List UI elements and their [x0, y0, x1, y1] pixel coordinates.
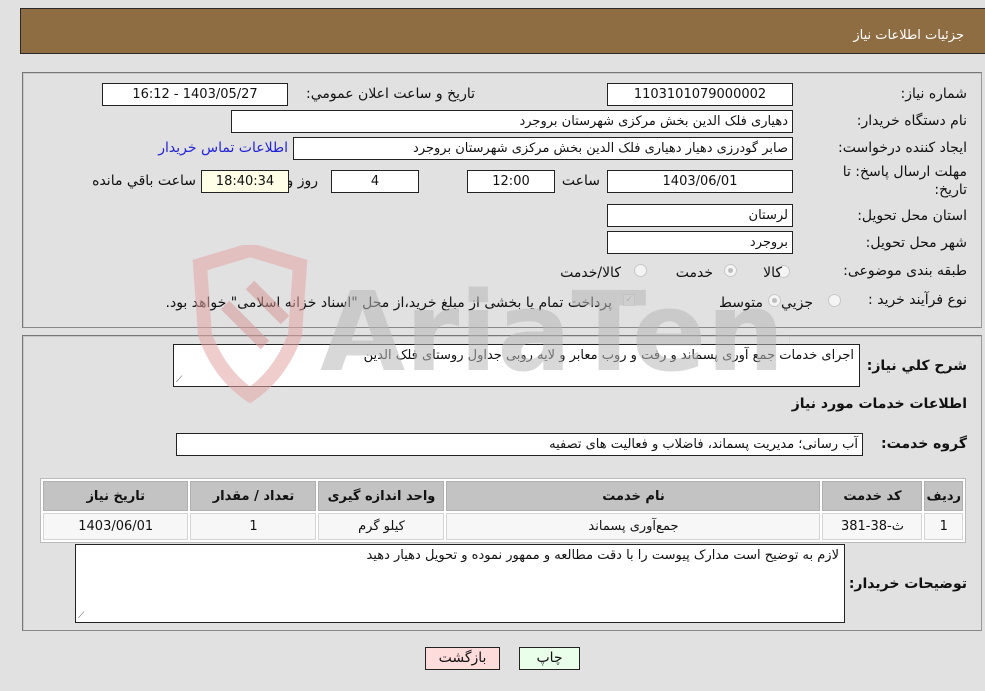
- description-label: شرح كلي نياز:: [866, 358, 967, 374]
- buyer-contact-link[interactable]: اطلاعات تماس خریدار: [158, 140, 288, 156]
- process-radio-medium[interactable]: [768, 294, 781, 307]
- deadline-time-field: 12:00: [467, 170, 555, 193]
- description-textarea[interactable]: اجرای خدمات جمع آوری پسماند و رفت و روب …: [173, 344, 860, 387]
- col-header-unit: واحد اندازه گیری: [318, 481, 445, 511]
- resize-grip-icon[interactable]: ⟋: [78, 611, 84, 621]
- deadline-time-label: ساعت: [561, 173, 600, 189]
- table-header-row: ردیف کد خدمت نام خدمت واحد اندازه گیری ت…: [43, 481, 963, 511]
- process-label: نوع فرآیند خرید :: [868, 292, 967, 308]
- col-header-need-date: تاریخ نیاز: [43, 481, 189, 511]
- remaining-label: ساعت باقي مانده: [92, 173, 196, 189]
- need-number-label: شماره نیاز:: [900, 86, 968, 102]
- cell-need-date: 1403/06/01: [43, 513, 189, 540]
- page-header: جزئيات اطلاعات نياز: [20, 8, 985, 54]
- payment-note: پرداخت تمام یا بخشی از مبلغ خرید،از محل …: [165, 295, 612, 311]
- deadline-label-date: تاریخ:: [934, 182, 967, 198]
- back-button[interactable]: بازگشت: [425, 647, 500, 670]
- col-header-quantity: تعداد / مقدار: [190, 481, 317, 511]
- service-group-label: گروه خدمت:: [881, 436, 967, 452]
- buyer-org-field: دهیاری فلک الدین بخش مرکزی شهرستان بروجر…: [231, 110, 793, 133]
- days-remaining-field: 4: [331, 170, 419, 193]
- province-label: استان محل تحویل:: [857, 208, 967, 224]
- category-option-goods-service: کالا/خدمت: [560, 265, 621, 281]
- col-header-service-code: کد خدمت: [822, 481, 923, 511]
- service-group-field: آب رسانی؛ مدیریت پسماند، فاضلاب و فعالیت…: [176, 433, 863, 456]
- creator-label: ایجاد کننده درخواست:: [838, 140, 967, 156]
- buyer-org-label: نام دستگاه خریدار:: [856, 113, 967, 129]
- description-text: اجرای خدمات جمع آوری پسماند و رفت و روب …: [363, 348, 854, 363]
- payment-checkbox[interactable]: ✓: [623, 294, 635, 306]
- creator-field: صابر گودرزی دهیار دهیاری فلک الدین بخش م…: [293, 137, 793, 160]
- services-table: ردیف کد خدمت نام خدمت واحد اندازه گیری ت…: [40, 478, 966, 543]
- category-radio-goods-service[interactable]: [634, 264, 647, 277]
- col-header-row-number: ردیف: [924, 481, 963, 511]
- category-option-service: خدمت: [675, 265, 713, 281]
- announce-field: 1403/05/27 - 16:12: [102, 83, 288, 106]
- services-section-title: اطلاعات خدمات مورد نياز: [791, 396, 967, 412]
- days-label: روز و: [286, 173, 319, 189]
- table-row: 1 ث-38-381 جمع‌آوری پسماند کیلو گرم 1 14…: [43, 513, 963, 540]
- city-label: شهر محل تحویل:: [865, 235, 967, 251]
- province-field: لرستان: [607, 204, 793, 227]
- buyer-notes-text: لازم به توضیح است مدارک پیوست را با دقت …: [366, 548, 839, 563]
- buyer-notes-label: توضیحات خریدار:: [848, 576, 967, 592]
- process-radio-minor[interactable]: [828, 294, 841, 307]
- col-header-service-name: نام خدمت: [446, 481, 821, 511]
- category-option-goods: کالا: [763, 265, 782, 281]
- need-number-field: 1103101079000002: [607, 83, 793, 106]
- cell-service-name: جمع‌آوری پسماند: [446, 513, 821, 540]
- city-field: بروجرد: [607, 231, 793, 254]
- announce-label: تاريخ و ساعت اعلان عمومي:: [306, 86, 475, 102]
- process-option-minor: جزيي: [781, 295, 813, 311]
- resize-grip-icon[interactable]: ⟋: [176, 375, 182, 385]
- remaining-time-field: 18:40:34: [201, 170, 289, 193]
- cell-row-number: 1: [924, 513, 963, 540]
- page-title: جزئيات اطلاعات نياز: [853, 28, 964, 43]
- buyer-notes-textarea[interactable]: لازم به توضیح است مدارک پیوست را با دقت …: [75, 544, 845, 623]
- category-label: طبقه بندی موضوعی:: [843, 263, 967, 279]
- cell-service-code: ث-38-381: [822, 513, 923, 540]
- category-radio-service[interactable]: [724, 264, 737, 277]
- cell-unit: کیلو گرم: [318, 513, 445, 540]
- deadline-date-field: 1403/06/01: [607, 170, 793, 193]
- process-option-medium: متوسط: [719, 295, 763, 311]
- print-button[interactable]: چاپ: [519, 647, 580, 670]
- deadline-label: مهلت ارسال پاسخ: تا: [842, 164, 967, 180]
- cell-quantity: 1: [190, 513, 317, 540]
